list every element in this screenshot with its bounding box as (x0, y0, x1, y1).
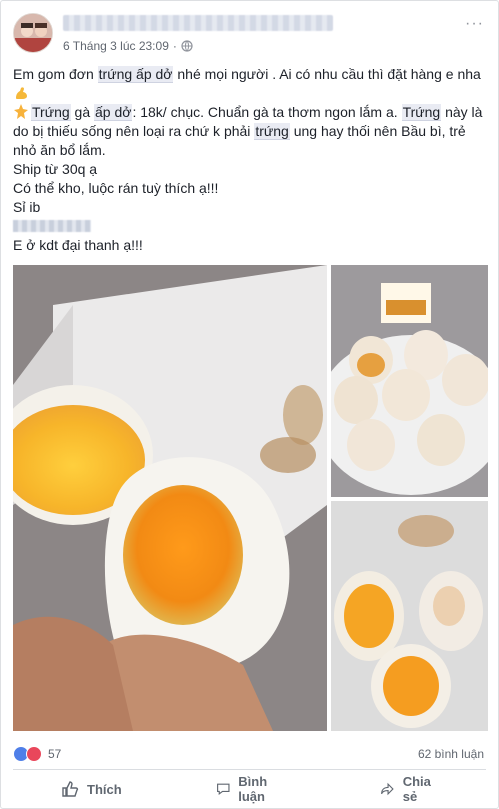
photo-halved-eggs-image (331, 501, 488, 731)
comment-icon (216, 783, 230, 795)
like-button[interactable]: Thích (13, 780, 168, 798)
text-line-8: E ở kdt đại thanh ạ!!! (13, 237, 143, 253)
reaction-count: 57 (48, 747, 62, 761)
post-meta: 6 Tháng 3 lúc 23:09 · (63, 39, 193, 53)
hashtag-link[interactable]: trứng ấp dở (97, 66, 174, 83)
text-line-3: Trứng gà ấp dở: 18k/ chục. Chuẩn gà ta t… (13, 104, 483, 158)
hashtag-link[interactable]: Trứng (31, 104, 71, 121)
share-label: Chia sẻ (402, 774, 431, 804)
divider (13, 769, 486, 770)
share-icon (381, 782, 394, 796)
photo-eggs-on-plate-image (331, 265, 488, 497)
text-line-1: Em gom đơn trứng ấp dở nhé mọi người . A… (13, 66, 481, 83)
more-options-button[interactable]: ··· (465, 16, 484, 32)
globe-icon[interactable] (181, 40, 193, 52)
author-name-blurred[interactable] (63, 15, 333, 31)
share-button[interactable]: Chia sẻ (332, 774, 486, 804)
reaction-summary[interactable]: 57 (13, 746, 61, 762)
heart-icon (26, 746, 42, 762)
photo-eggs-on-plate[interactable] (331, 265, 488, 497)
thumbs-up-icon (62, 781, 79, 797)
author-avatar[interactable] (13, 13, 53, 53)
action-bar: Thích Bình luận Chia sẻ (13, 771, 486, 807)
text-line-6: Sỉ ib (13, 199, 41, 215)
comments-count[interactable]: 62 bình luận (418, 747, 484, 761)
post-timestamp[interactable]: 6 Tháng 3 lúc 23:09 (63, 39, 169, 53)
photo-halved-egg[interactable] (13, 265, 327, 731)
comment-button[interactable]: Bình luận (168, 774, 333, 804)
text-line-5: Có thể kho, luộc rán tuỳ thích ạ!!! (13, 180, 219, 196)
flexed-biceps-icon (16, 87, 27, 99)
comment-label: Bình luận (238, 774, 268, 804)
text-line-7-blurred (13, 217, 487, 236)
post-card: 6 Tháng 3 lúc 23:09 · ··· Em gom đơn trứ… (0, 0, 499, 809)
photo-halved-egg-image (13, 265, 327, 731)
text-line-4: Ship từ 30q ạ (13, 161, 98, 177)
post-text: Em gom đơn trứng ấp dở nhé mọi người . A… (13, 65, 487, 255)
sparkle-star-icon (14, 104, 28, 119)
hashtag-link[interactable]: ấp dở (94, 104, 133, 121)
like-label: Thích (87, 781, 122, 797)
text-line-2 (13, 84, 487, 103)
avatar-image (14, 14, 52, 52)
hashtag-link[interactable]: Trứng (401, 104, 442, 121)
hashtag-link[interactable]: trứng (254, 123, 290, 140)
photo-halved-eggs[interactable] (331, 501, 488, 731)
